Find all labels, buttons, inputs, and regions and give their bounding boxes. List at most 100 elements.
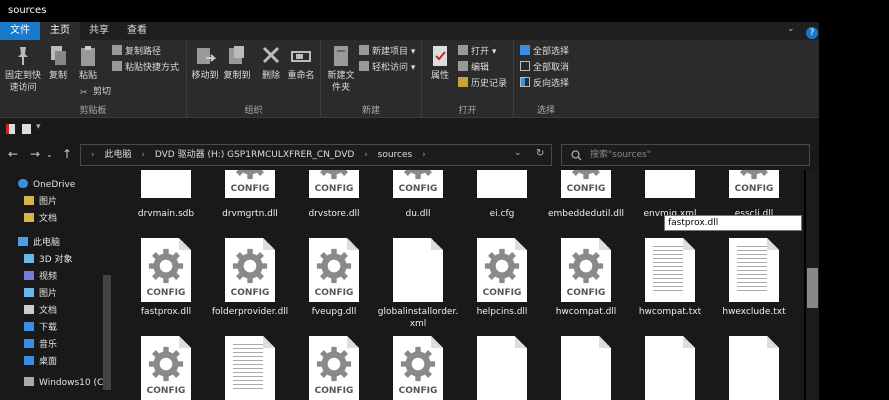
select-all-button[interactable]: 全部选择	[520, 45, 569, 59]
copy-path-button[interactable]: 复制路径	[112, 45, 161, 59]
search-input[interactable]: 搜索"sources"	[561, 144, 810, 166]
outside-window-area	[819, 22, 889, 400]
recent-locations-icon[interactable]: ⌄	[46, 150, 53, 159]
search-icon	[571, 150, 582, 161]
paste-shortcut-label: 粘贴快捷方式	[125, 63, 180, 73]
file-item[interactable]: CONFIG	[376, 336, 460, 400]
file-item[interactable]	[544, 336, 628, 400]
sidebar-item-music[interactable]: 音乐	[24, 337, 57, 353]
file-item[interactable]: hwexclude.txt	[712, 236, 796, 332]
file-list: drvmain.sdb CONFIG drvmgrtn.dll CONFIG d…	[112, 170, 804, 400]
sidebar-item-downloads[interactable]: 下载	[24, 320, 57, 336]
sidebar-item-desktop[interactable]: 桌面	[24, 354, 57, 370]
navigation-pane: OneDrive 图片 文档 此电脑 3D 对象 视频 图片 文档 下载 音乐 …	[0, 170, 112, 400]
file-item[interactable]: ei.cfg	[460, 170, 544, 232]
sidebar-scrollbar[interactable]	[103, 275, 111, 390]
edit-button[interactable]: 编辑	[458, 61, 489, 75]
select-none-button[interactable]: 全部取消	[520, 61, 569, 75]
pin-quick-access-button[interactable]: 固定到快速访问	[2, 44, 44, 94]
new-item-button[interactable]: 新建项目 ▾	[359, 45, 415, 59]
minimize-ribbon-icon[interactable]: ⌄	[787, 24, 795, 34]
address-dropdown-icon[interactable]: ⌄	[514, 148, 522, 158]
sidebar-item-documents-pc[interactable]: 文档	[24, 303, 57, 319]
file-item[interactable]	[712, 336, 796, 400]
file-item[interactable]	[628, 336, 712, 400]
open-button[interactable]: 打开 ▾	[458, 45, 496, 59]
file-name: embeddedutil.dll	[547, 209, 625, 219]
file-item[interactable]: CONFIG fastprox.dll	[124, 236, 208, 332]
properties-qat-icon[interactable]	[6, 124, 15, 134]
help-icon[interactable]: ?	[806, 27, 818, 39]
file-item[interactable]: drvmain.sdb	[124, 170, 208, 232]
file-item[interactable]: CONFIG hwcompat.dll	[544, 236, 628, 332]
customize-qat-icon[interactable]: ▾	[36, 122, 41, 132]
sidebar-item-this-pc[interactable]: 此电脑	[18, 235, 60, 251]
up-arrow-icon[interactable]: ↑	[62, 147, 72, 161]
sidebar-item-pictures[interactable]: 图片	[24, 194, 57, 210]
new-folder-qat-icon[interactable]	[22, 124, 31, 134]
file-item[interactable]: globalinstallorder.xml	[376, 236, 460, 332]
file-item[interactable]: CONFIG	[124, 336, 208, 400]
config-file-label: CONFIG	[230, 288, 270, 298]
breadcrumb-this-pc[interactable]: 此电脑	[104, 150, 131, 160]
address-bar[interactable]: › 此电脑 › DVD 驱动器 (H:) GSP1RMCULXFRER_CN_D…	[80, 144, 552, 166]
file-item[interactable]: CONFIG	[292, 336, 376, 400]
config-file-icon: CONFIG	[225, 238, 275, 302]
paste-shortcut-button[interactable]: 粘贴快捷方式	[112, 61, 179, 75]
copy-button[interactable]: 复制	[44, 44, 72, 82]
video-folder-icon	[24, 271, 34, 280]
desktop-folder-icon	[24, 356, 34, 365]
computer-icon	[18, 237, 28, 246]
content-scrollbar-thumb[interactable]	[807, 268, 818, 308]
history-button[interactable]: 历史记录	[458, 77, 507, 91]
sidebar-item-pictures-pc[interactable]: 图片	[24, 286, 57, 302]
paste-button[interactable]: 粘贴	[74, 44, 102, 82]
file-item[interactable]: CONFIG du.dll	[376, 170, 460, 232]
file-item[interactable]: CONFIG drvmgrtn.dll	[208, 170, 292, 232]
tab-file[interactable]: 文件	[0, 22, 40, 40]
config-file-icon: CONFIG	[309, 336, 359, 400]
breadcrumb-sources[interactable]: sources	[378, 150, 413, 160]
easy-access-button[interactable]: 轻松访问 ▾	[359, 61, 415, 75]
new-folder-button[interactable]: 新建文件夹	[325, 44, 357, 94]
clipboard-group-label: 剪贴板	[79, 106, 107, 116]
copy-to-button[interactable]: 复制到	[221, 44, 253, 82]
invert-selection-button[interactable]: 反向选择	[520, 77, 569, 91]
pin-icon	[18, 47, 28, 65]
cut-button[interactable]: ✂ 剪切	[80, 85, 111, 99]
title-bar: sources	[0, 0, 889, 22]
invert-selection-icon	[520, 77, 530, 87]
file-item[interactable]: hwcompat.txt	[628, 236, 712, 332]
back-arrow-icon[interactable]: ←	[8, 147, 18, 161]
file-item[interactable]: CONFIG fveupg.dll	[292, 236, 376, 332]
sidebar-item-onedrive[interactable]: OneDrive	[18, 177, 75, 193]
sidebar-item-3d-objects[interactable]: 3D 对象	[24, 252, 73, 268]
file-item[interactable]	[460, 336, 544, 400]
tab-share[interactable]: 共享	[80, 22, 118, 40]
move-to-button[interactable]: 移动到	[189, 44, 221, 82]
file-item[interactable]	[208, 336, 292, 400]
file-item[interactable]: CONFIG folderprovider.dll	[208, 236, 292, 332]
sidebar-item-documents[interactable]: 文档	[24, 211, 57, 227]
new-folder-icon	[334, 46, 348, 66]
file-item[interactable]: CONFIG embeddedutil.dll	[544, 170, 628, 232]
tab-home[interactable]: 主页	[40, 22, 80, 40]
blank-file-icon	[477, 170, 527, 198]
sidebar-item-windows10-drive[interactable]: Windows10 (C:	[24, 375, 106, 391]
tab-view[interactable]: 查看	[118, 22, 156, 40]
properties-button[interactable]: 属性	[426, 44, 454, 82]
sidebar-item-videos[interactable]: 视频	[24, 269, 57, 285]
edit-label: 编辑	[471, 63, 490, 73]
breadcrumb-dvd-drive[interactable]: DVD 驱动器 (H:) GSP1RMCULXFRER_CN_DVD	[155, 150, 354, 160]
gear-icon	[403, 170, 433, 180]
refresh-icon[interactable]: ↻	[536, 148, 544, 159]
cloud-icon	[18, 179, 28, 188]
config-file-icon: CONFIG	[141, 238, 191, 302]
forward-arrow-icon[interactable]: →	[30, 147, 40, 161]
rename-button[interactable]: 重命名	[285, 44, 317, 82]
delete-button[interactable]: 删除	[257, 44, 285, 82]
file-item[interactable]: CONFIG drvstore.dll	[292, 170, 376, 232]
config-file-icon: CONFIG	[561, 238, 611, 302]
config-file-label: CONFIG	[146, 288, 186, 298]
file-item[interactable]: CONFIG helpcins.dll	[460, 236, 544, 332]
